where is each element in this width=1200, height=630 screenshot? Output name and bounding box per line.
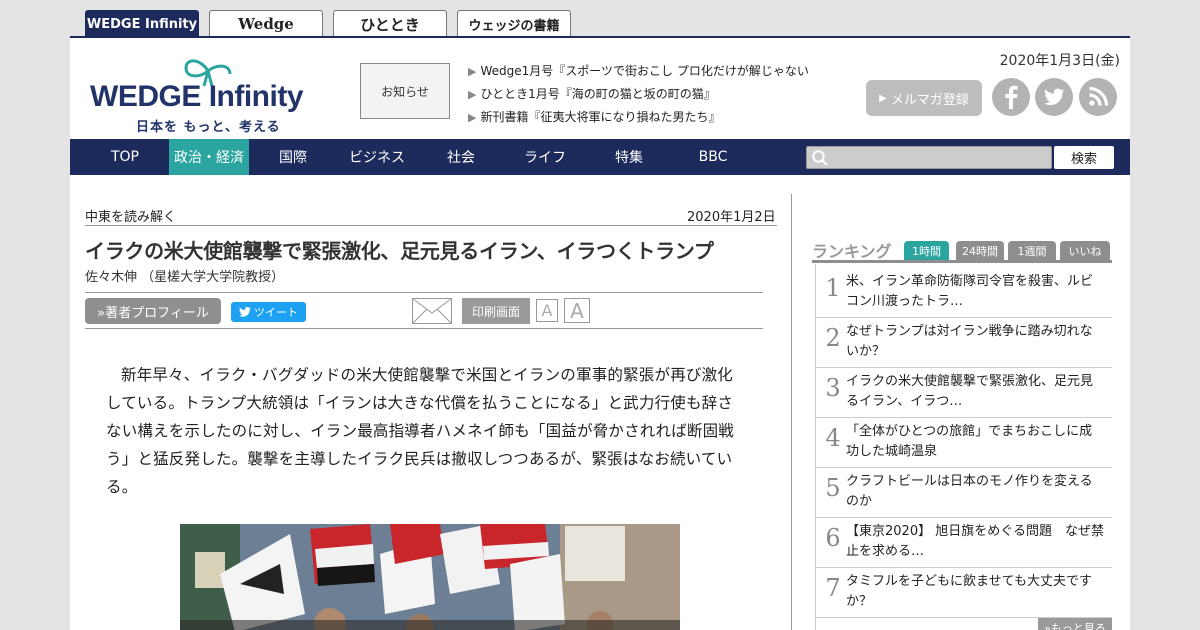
rank-number: 6 xyxy=(825,524,841,552)
ranking-item[interactable]: 3 イラクの米大使館襲撃で緊張激化、足元見るイラン、イラつ… xyxy=(815,368,1112,418)
ranking-item[interactable]: 2 なぜトランプは対イラン戦争に踏み切れないか？ xyxy=(815,318,1112,368)
page: WEDGE Infinity 日本を もっと、考える お知らせ ▶ Wedge1月… xyxy=(70,36,1130,630)
header-news-list: ▶ Wedge1月号『スポーツで街おこし プロ化だけが解じゃない ▶ ひととき1月号… xyxy=(468,60,809,129)
search-input[interactable] xyxy=(806,146,1052,169)
rank-headline[interactable]: なぜトランプは対イラン戦争に踏み切れないか？ xyxy=(846,322,1104,362)
nav-item-life[interactable]: ライフ xyxy=(510,139,580,175)
article-date: 2020年1月2日 xyxy=(687,210,776,225)
ranking-item[interactable]: 6 【東京2020】 旭日旗をめぐる問題 なぜ禁止を求める… xyxy=(815,518,1112,568)
rank-number: 2 xyxy=(825,324,841,352)
site-tab-wedge-infinity[interactable]: WEDGE Infinity xyxy=(85,10,199,37)
main-nav: TOP 政治・経済 国際 ビジネス 社会 ライフ 特集 BBC 検索 xyxy=(70,139,1130,175)
article-title: イラクの米大使館襲撃で緊張激化、足元見るイラン、イラつくトランプ xyxy=(85,239,714,263)
nav-item-business[interactable]: ビジネス xyxy=(337,139,417,175)
news-item[interactable]: ▶ Wedge1月号『スポーツで街おこし プロ化だけが解じゃない xyxy=(468,60,809,83)
ranking-item[interactable]: 5 クラフトビールは日本のモノ作りを変えるのか xyxy=(815,468,1112,518)
print-button[interactable]: 印刷画面 xyxy=(462,298,530,324)
nav-item-top[interactable]: TOP xyxy=(90,139,160,175)
divider xyxy=(85,225,777,226)
news-item[interactable]: ▶ ひととき1月号『海の町の猫と坂の町の猫』 xyxy=(468,83,809,106)
ranking-tab-1h[interactable]: 1時間 xyxy=(904,241,949,261)
author-profile-button[interactable]: »著者プロフィール xyxy=(85,298,221,324)
divider xyxy=(85,328,763,329)
site-tab-wedge-books[interactable]: ウェッジの書籍 xyxy=(457,10,571,37)
triangle-right-icon: ▶ xyxy=(468,88,477,101)
article-author: 佐々木伸 （星槎大学大学院教授） xyxy=(85,270,285,285)
column-divider xyxy=(791,194,792,630)
rank-headline[interactable]: クラフトビールは日本のモノ作りを変えるのか xyxy=(846,472,1104,512)
ranking-tab-bar xyxy=(812,260,1112,263)
ranking-item[interactable]: 7 タミフルを子どもに飲ませても大丈夫ですか？ xyxy=(815,568,1112,618)
rss-icon[interactable] xyxy=(1079,78,1117,116)
ranking-title: ランキング xyxy=(812,242,892,261)
twitter-bird-icon xyxy=(239,307,251,317)
divider xyxy=(85,292,763,293)
ranking-item[interactable]: 4 「全体がひとつの旅館」でまちおこしに成功した城崎温泉 xyxy=(815,418,1112,468)
nav-item-bbc[interactable]: BBC xyxy=(678,139,748,175)
rank-headline[interactable]: 米、イラン革命防衛隊司令官を殺害、ルビコン川渡ったトラ… xyxy=(846,272,1104,312)
notice-button[interactable]: お知らせ xyxy=(360,63,450,119)
nav-item-special[interactable]: 特集 xyxy=(594,139,664,175)
twitter-icon[interactable] xyxy=(1035,78,1073,116)
rank-number: 1 xyxy=(825,274,841,302)
site-tab-wedge[interactable]: Wedge xyxy=(209,10,323,37)
font-small-button[interactable]: A xyxy=(536,299,558,322)
site-logo[interactable]: WEDGE Infinity 日本を もっと、考える xyxy=(90,56,320,135)
site-tabs: WEDGE Infinity Wedge ひととき ウェッジの書籍 xyxy=(85,10,571,37)
play-icon: ▶ xyxy=(879,92,887,104)
mail-icon[interactable] xyxy=(412,298,452,324)
rank-headline[interactable]: 「全体がひとつの旅館」でまちおこしに成功した城崎温泉 xyxy=(846,422,1104,462)
ranking-tab-likes[interactable]: いいね xyxy=(1060,241,1110,261)
nav-item-society[interactable]: 社会 xyxy=(426,139,496,175)
rank-number: 5 xyxy=(825,474,841,502)
rank-headline[interactable]: タミフルを子どもに飲ませても大丈夫ですか？ xyxy=(846,572,1104,612)
rank-number: 7 xyxy=(825,574,841,602)
nav-item-politics-economy[interactable]: 政治・経済 xyxy=(169,139,249,175)
rank-number: 4 xyxy=(825,424,841,452)
triangle-right-icon: ▶ xyxy=(468,65,477,78)
font-large-button[interactable]: A xyxy=(564,298,590,323)
logo-tagline: 日本を もっと、考える xyxy=(136,120,281,135)
search-icon xyxy=(812,150,828,166)
current-date: 2020年1月3日(金) xyxy=(999,53,1120,69)
rank-headline[interactable]: イラクの米大使館襲撃で緊張激化、足元見るイラン、イラつ… xyxy=(846,372,1104,412)
ranking-tab-1w[interactable]: 1週間 xyxy=(1008,241,1056,261)
rank-number: 3 xyxy=(825,374,841,402)
site-tab-hitotoki[interactable]: ひととき xyxy=(333,10,447,37)
ranking-more-button[interactable]: »もっと見る xyxy=(1038,618,1112,630)
search-button[interactable]: 検索 xyxy=(1054,146,1114,169)
news-item[interactable]: ▶ 新刊書籍『征夷大将軍になり損ねた男たち』 xyxy=(468,106,809,129)
logo-wordmark: WEDGE Infinity xyxy=(90,80,304,113)
article-photo xyxy=(180,524,680,630)
article-body: 新年早々、イラク・バグダッドの米大使館襲撃で米国とイランの軍事的緊張が再び激化し… xyxy=(106,366,735,496)
ranking-tab-24h[interactable]: 24時間 xyxy=(956,241,1004,261)
ranking-item[interactable]: 1 米、イラン革命防衛隊司令官を殺害、ルビコン川渡ったトラ… xyxy=(815,268,1112,318)
nav-item-international[interactable]: 国際 xyxy=(258,139,328,175)
rank-headline[interactable]: 【東京2020】 旭日旗をめぐる問題 なぜ禁止を求める… xyxy=(846,522,1104,562)
mailmag-button[interactable]: ▶ メルマガ登録 xyxy=(866,80,982,116)
triangle-right-icon: ▶ xyxy=(468,111,477,124)
tweet-button[interactable]: ツイート xyxy=(231,302,306,322)
article-series[interactable]: 中東を読み解く xyxy=(85,206,176,225)
facebook-icon[interactable] xyxy=(992,78,1030,116)
